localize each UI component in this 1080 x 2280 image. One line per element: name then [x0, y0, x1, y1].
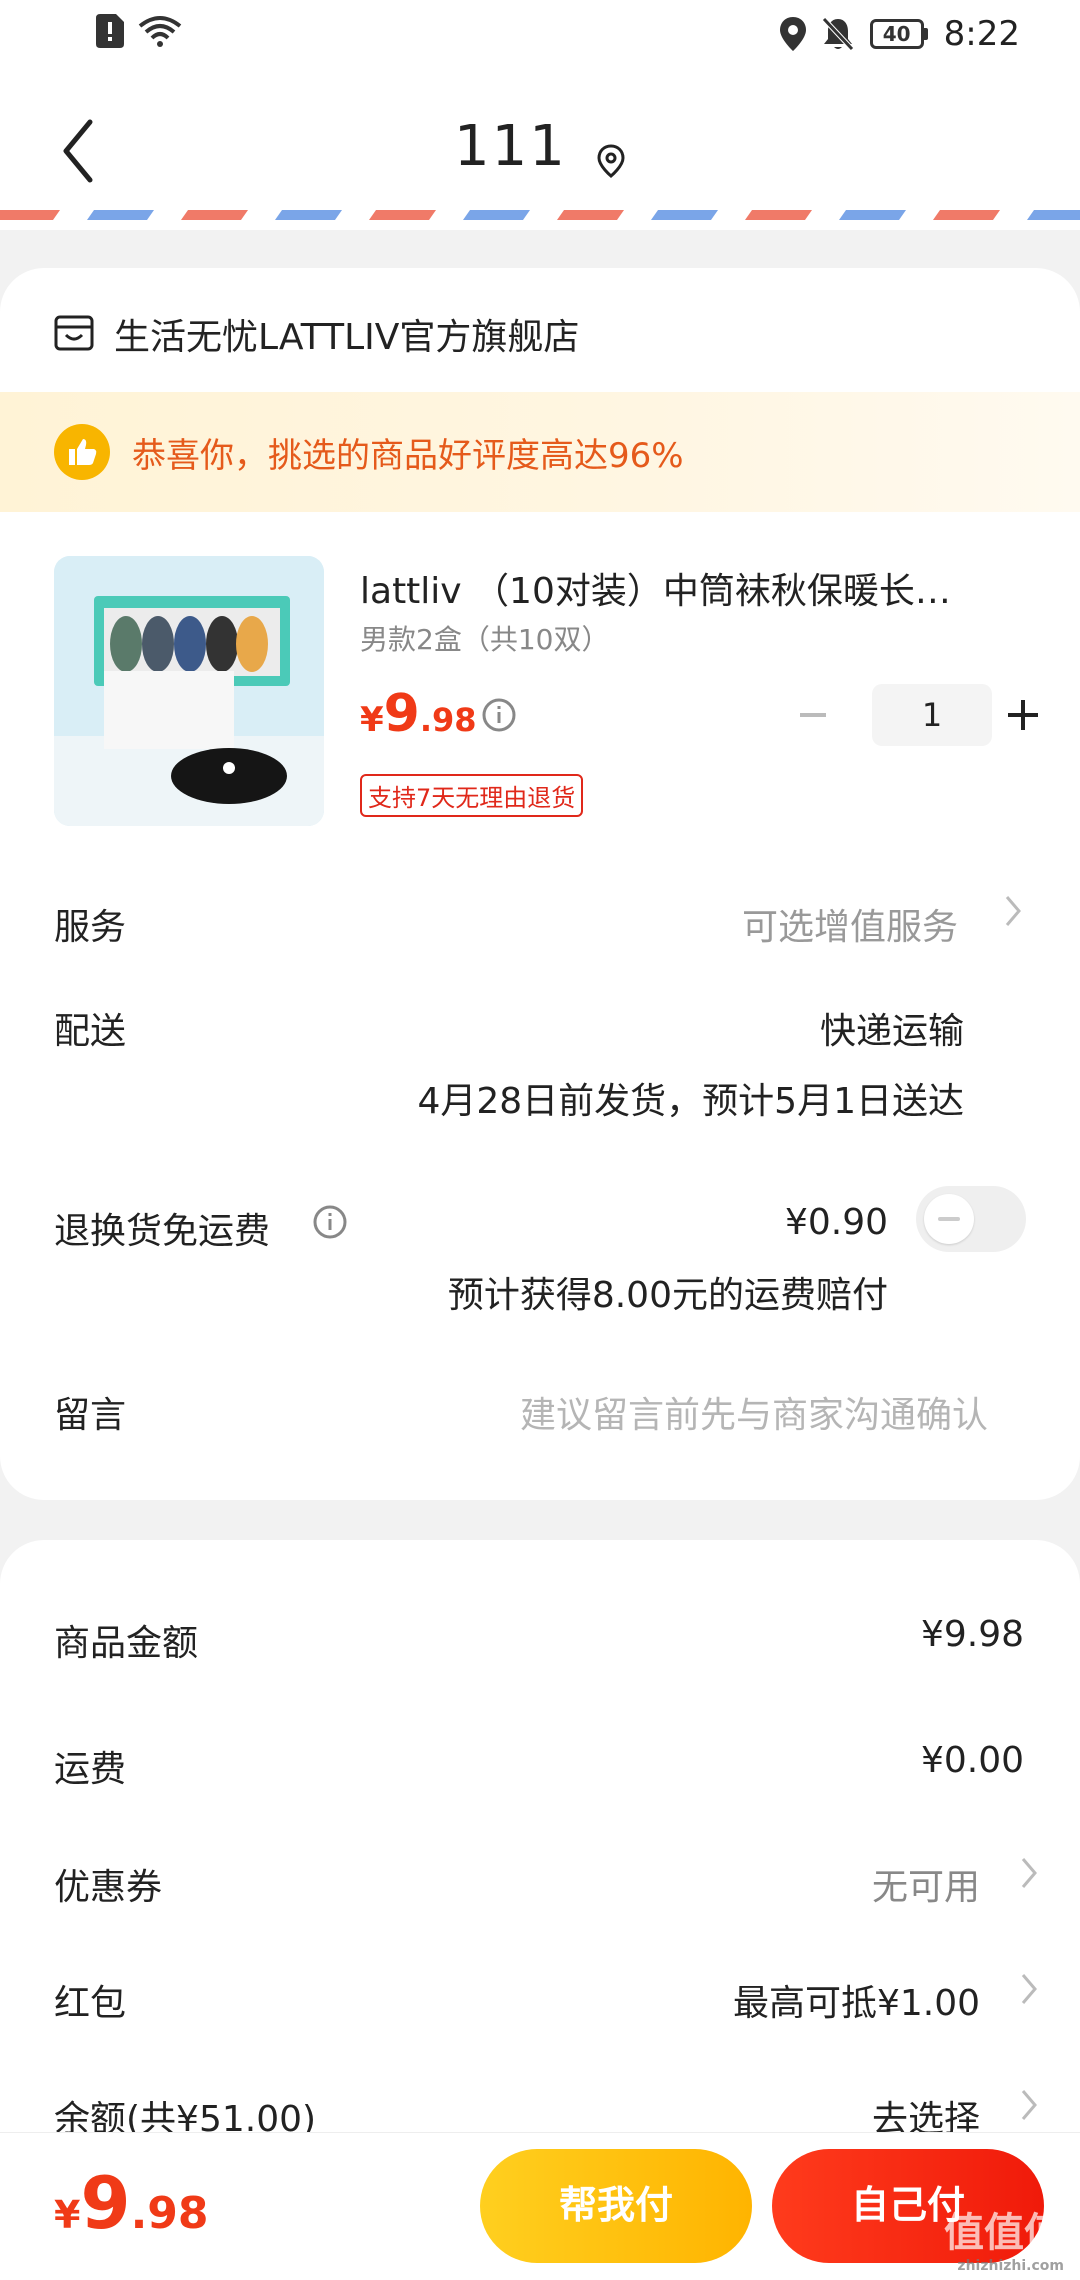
promo-banner: 恭喜你，挑选的商品好评度高达96%	[0, 392, 1080, 512]
freight-value: ¥0.00	[920, 1740, 1024, 1781]
coupon-label: 优惠券	[54, 1867, 163, 1908]
product-image[interactable]	[54, 556, 324, 826]
help-pay-button[interactable]: 帮我付	[480, 2149, 752, 2263]
location-icon	[779, 17, 806, 51]
status-bar: 40 8:22	[0, 0, 1080, 76]
order-card: 生活无忧LATTLIV官方旗舰店 恭喜你，挑选的商品好评度高达96% lattl…	[0, 268, 1080, 1500]
coupon-chevron-icon[interactable]	[1018, 1854, 1040, 1892]
checkout-bar: ¥9.98 帮我付 自己付	[0, 2132, 1080, 2280]
watermark-url: zhizhizhi.com	[957, 2258, 1064, 2274]
promo-text: 恭喜你，挑选的商品好评度高达96%	[132, 435, 684, 476]
toggle-knob	[924, 1194, 974, 1244]
battery-level: 40	[869, 19, 924, 49]
total-decimal: .98	[130, 2188, 209, 2239]
store-icon	[54, 315, 94, 351]
airmail-border	[0, 210, 1080, 230]
service-value[interactable]: 可选增值服务	[742, 898, 958, 950]
total-int: 9	[80, 2161, 131, 2245]
status-left-icons	[96, 14, 182, 48]
store-header[interactable]: 生活无忧LATTLIV官方旗舰店	[54, 308, 579, 360]
product-price: ¥9.98	[360, 684, 477, 744]
store-name: 生活无忧LATTLIV官方旗舰店	[114, 317, 580, 358]
header-title-group[interactable]: 111	[0, 114, 1080, 179]
return-shipping-info-icon[interactable]	[312, 1204, 348, 1240]
return-shipping-price: ¥0.90	[784, 1202, 888, 1243]
sim-alert-icon	[96, 14, 124, 48]
return-policy-badge: 支持7天无理由退货	[360, 774, 584, 817]
product-spec[interactable]: 男款2盒（共10双）	[360, 618, 609, 658]
watermark: 值值值 zhizhizhi.com	[944, 2200, 1064, 2274]
delivery-label: 配送	[54, 1011, 127, 1052]
goods-amount-value: ¥9.98	[920, 1614, 1024, 1655]
service-label: 服务	[54, 907, 127, 948]
goods-amount-label: 商品金额	[54, 1623, 199, 1664]
page-title: 111	[454, 114, 567, 179]
wifi-icon	[138, 16, 182, 47]
product-title[interactable]: lattliv （10对装）中筒袜秋保暖长…	[360, 562, 1000, 614]
message-input[interactable]: 建议留言前先与商家沟通确认	[520, 1386, 988, 1438]
return-shipping-label: 退换货免运费	[54, 1211, 271, 1252]
price-int: 9	[383, 684, 420, 744]
freight-label: 运费	[54, 1749, 127, 1790]
price-info-icon[interactable]	[482, 698, 516, 732]
return-shipping-note: 预计获得8.00元的运费赔付	[447, 1275, 888, 1316]
quantity-input[interactable]: 1	[872, 684, 992, 746]
redpacket-chevron-icon[interactable]	[1018, 1970, 1040, 2008]
address-pin-icon	[597, 143, 625, 178]
total-price: ¥9.98	[54, 2161, 209, 2245]
product-item: lattliv （10对装）中筒袜秋保暖长… 男款2盒（共10双） ¥9.98 …	[54, 556, 1038, 826]
decrease-button[interactable]	[790, 692, 836, 738]
delivery-eta: 4月28日前发货，预计5月1日送达	[417, 1081, 964, 1122]
message-label: 留言	[54, 1395, 127, 1436]
redpacket-label: 红包	[54, 1983, 127, 2024]
total-currency: ¥	[54, 2193, 81, 2237]
mute-bell-icon	[821, 17, 854, 51]
redpacket-value[interactable]: 最高可抵¥1.00	[733, 1974, 980, 2026]
coupon-value[interactable]: 无可用	[872, 1858, 980, 1910]
delivery-method: 快递运输	[819, 1011, 964, 1052]
return-shipping-toggle[interactable]	[916, 1186, 1026, 1252]
price-currency: ¥	[360, 700, 384, 740]
price-decimal: .98	[419, 701, 477, 739]
quantity-stepper: 1	[790, 684, 1038, 746]
status-time: 8:22	[943, 14, 1020, 54]
watermark-text: 值值值	[944, 2210, 1064, 2256]
service-chevron-icon[interactable]	[1002, 892, 1024, 930]
status-right-icons: 40 8:22	[779, 14, 1020, 54]
increase-button[interactable]	[1000, 692, 1046, 738]
balance-chevron-icon[interactable]	[1018, 2086, 1040, 2124]
header: 111	[0, 76, 1080, 222]
battery-icon: 40	[869, 19, 928, 49]
thumbs-up-icon	[54, 424, 110, 480]
